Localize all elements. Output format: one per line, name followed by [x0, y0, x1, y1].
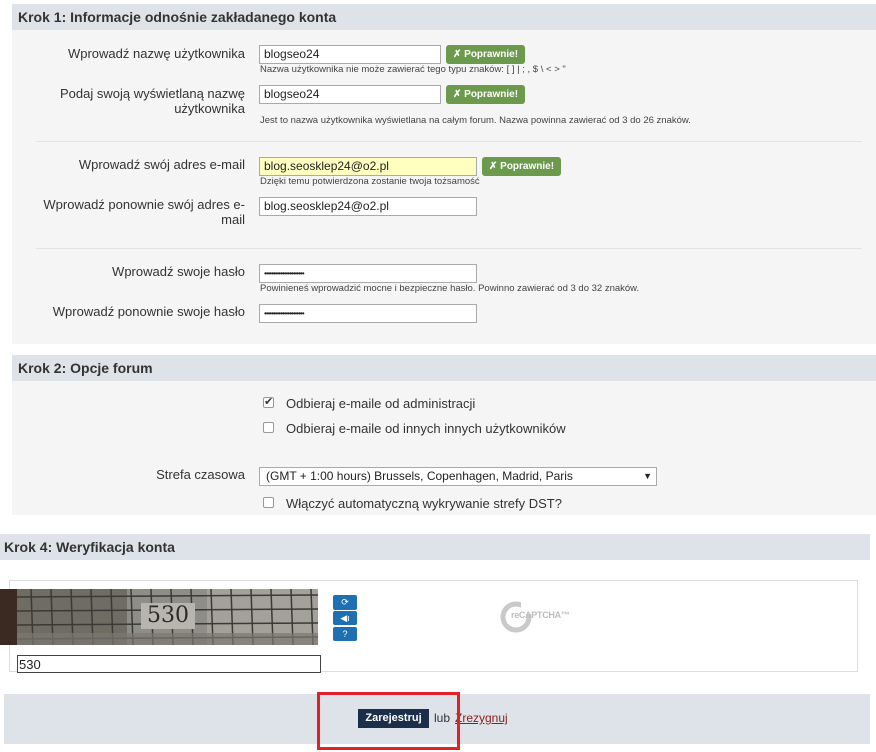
- email-label: Wprowadź swój adres e-mail: [78, 157, 245, 172]
- captcha-image: 530: [17, 589, 318, 645]
- username-hint: Nazwa użytkownika nie może zawierać tego…: [260, 64, 566, 75]
- step2-title: Krok 2: Opcje forum: [18, 360, 153, 376]
- user-email-label: Odbieraj e-maile od innych innych użytko…: [286, 421, 566, 436]
- recaptcha-logo: reCAPTCHA™: [499, 600, 579, 634]
- email-ok-badge: ✗ Poprawnie!: [482, 157, 562, 176]
- step4-header: Krok 4: Weryfikacja konta: [0, 534, 870, 560]
- step4-title: Krok 4: Weryfikacja konta: [4, 539, 175, 555]
- username-input[interactable]: blogseo24: [259, 45, 441, 64]
- username-label: Wprowadź nazwę użytkownika: [67, 46, 245, 61]
- display-name-input[interactable]: blogseo24: [259, 85, 441, 104]
- password-confirm-input[interactable]: ••••••••••••••••••••••: [259, 304, 477, 323]
- user-email-checkbox[interactable]: [263, 422, 274, 433]
- highlight-box: [317, 692, 460, 750]
- password-hint: Powinieneś wprowadzić mocne i bezpieczne…: [260, 283, 640, 294]
- step1-header: Krok 1: Informacje odnośnie zakładanego …: [12, 4, 876, 30]
- username-ok-badge: ✗ Poprawnie!: [446, 45, 526, 64]
- display-name-label: Podaj swoją wyświetlaną nazwę użytkownik…: [60, 86, 245, 116]
- dst-label: Włączyć automatyczną wykrywanie strefy D…: [286, 496, 562, 511]
- step2-header: Krok 2: Opcje forum: [12, 355, 876, 381]
- email-hint: Dzięki temu potwierdzona zostanie twoja …: [260, 176, 480, 187]
- password-label: Wprowadź swoje hasło: [112, 264, 245, 279]
- cancel-link[interactable]: Zrezygnuj: [455, 711, 508, 725]
- help-icon[interactable]: ?: [333, 627, 357, 641]
- step1-body: [12, 30, 876, 344]
- email-input[interactable]: blog.seosklep24@o2.pl: [259, 157, 477, 176]
- display-name-hint: Jest to nazwa użytkownika wyświetlana na…: [260, 115, 691, 126]
- timezone-value: (GMT + 1:00 hours) Brussels, Copenhagen,…: [266, 469, 573, 483]
- display-name-ok-badge: ✗ Poprawnie!: [446, 85, 526, 104]
- captcha-dark-strip: [0, 589, 17, 645]
- audio-icon[interactable]: ◀ı: [333, 611, 357, 625]
- password-confirm-label: Wprowadź ponownie swoje hasło: [52, 304, 245, 319]
- admin-email-checkbox[interactable]: ✔: [263, 397, 274, 408]
- divider: [36, 141, 862, 142]
- step1-title: Krok 1: Informacje odnośnie zakładanego …: [18, 9, 337, 25]
- refresh-icon[interactable]: ⟳: [333, 595, 357, 610]
- captcha-input[interactable]: 530: [17, 655, 321, 673]
- timezone-label: Strefa czasowa: [156, 467, 245, 482]
- chevron-down-icon: ▼: [643, 471, 652, 481]
- admin-email-label: Odbieraj e-maile od administracji: [286, 396, 476, 411]
- timezone-select[interactable]: (GMT + 1:00 hours) Brussels, Copenhagen,…: [259, 467, 657, 486]
- email-confirm-input[interactable]: blog.seosklep24@o2.pl: [259, 197, 477, 216]
- divider: [36, 248, 862, 249]
- password-input[interactable]: ••••••••••••••••••••••: [259, 264, 477, 283]
- email-confirm-label: Wprowadź ponownie swój adres e-mail: [43, 197, 245, 227]
- captcha-text: 530: [141, 603, 195, 629]
- dst-checkbox[interactable]: [263, 497, 274, 508]
- recaptcha-logo-text: reCAPTCHA™: [511, 610, 570, 620]
